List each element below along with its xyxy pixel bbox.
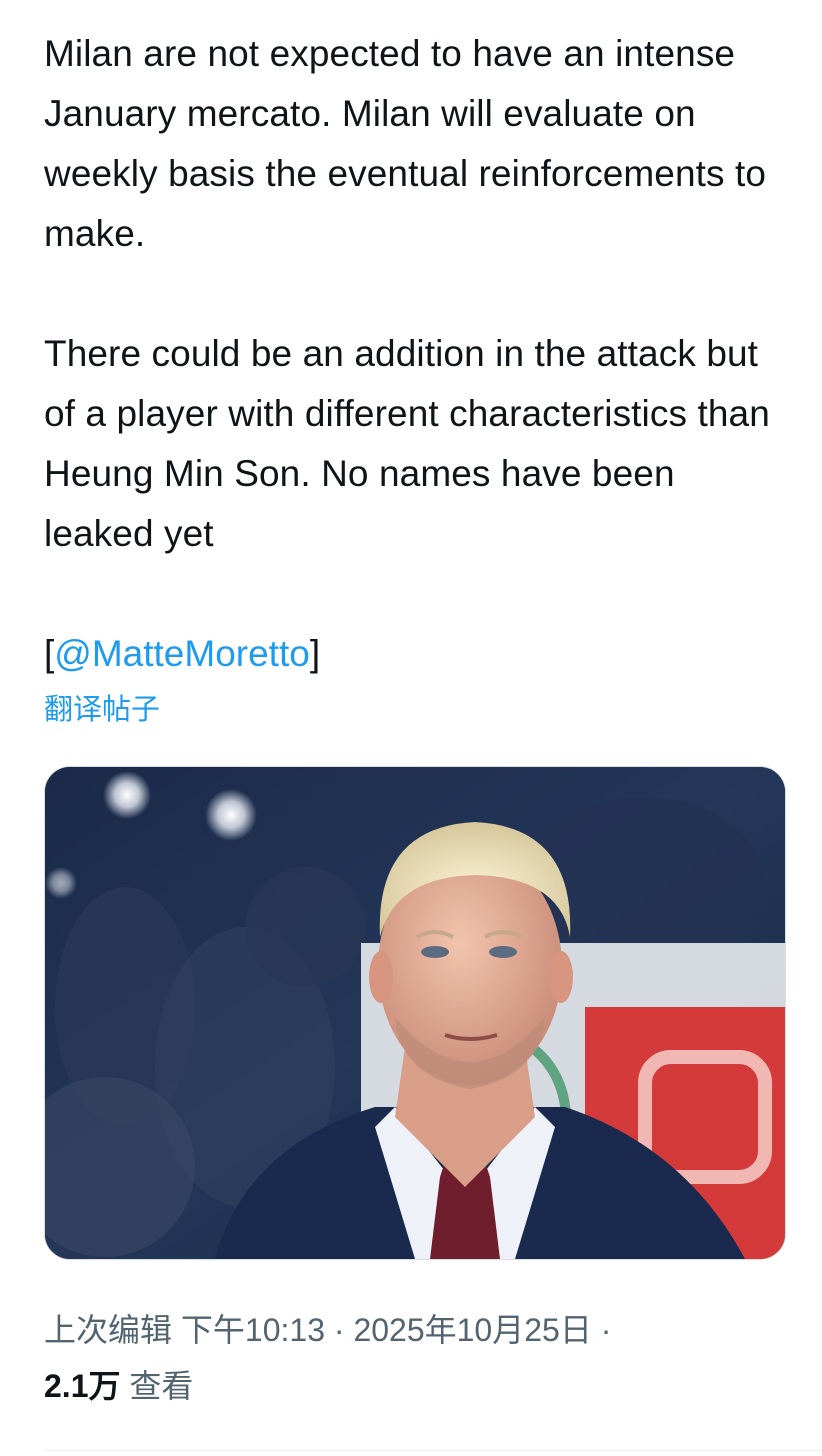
- bracket-close: ]: [309, 633, 321, 674]
- view-count: 2.1万 查看: [44, 1364, 193, 1408]
- divider: [44, 1450, 822, 1451]
- separator: ·: [333, 1312, 345, 1348]
- date: 2025年10月25日: [353, 1312, 592, 1348]
- tweet-photo[interactable]: [44, 766, 786, 1260]
- views-label: 查看: [129, 1368, 194, 1404]
- mention-link[interactable]: @MatteMoretto: [54, 633, 310, 674]
- photo-illustration: [45, 767, 785, 1259]
- separator: ·: [600, 1312, 612, 1348]
- tweet-paragraph-2: There could be an addition in the attack…: [44, 333, 770, 554]
- edited-label: 上次编辑: [44, 1312, 173, 1348]
- tweet-paragraph-1: Milan are not expected to have an intens…: [44, 33, 767, 254]
- bracket-open: [: [44, 633, 55, 674]
- views-number: 2.1万: [44, 1368, 121, 1404]
- source-attribution: [@MatteMoretto]: [44, 624, 794, 684]
- tweet-body: Milan are not expected to have an intens…: [44, 24, 794, 730]
- translate-post-link[interactable]: 翻译帖子: [44, 690, 794, 730]
- time: 下午10:13: [180, 1312, 325, 1348]
- tweet-timestamp[interactable]: 上次编辑 下午10:13 · 2025年10月25日 ·: [44, 1308, 611, 1352]
